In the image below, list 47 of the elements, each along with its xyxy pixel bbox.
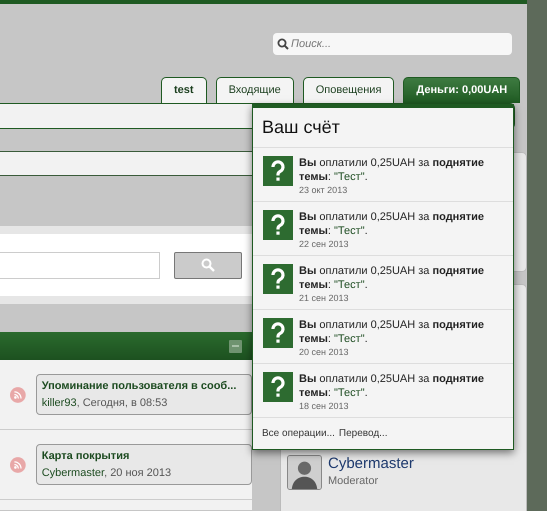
thread-link[interactable]: "Тест" [334,386,365,399]
author-link[interactable]: killer93 [42,396,77,408]
search-button[interactable] [174,252,242,278]
payment-text: Вы оплатили 0,25UAH за поднятие темы: "Тест". [299,210,486,238]
collapse-icon[interactable] [229,340,242,352]
search-input[interactable]: Поиск... [289,36,489,52]
search-icon [201,258,215,272]
search-icon [277,38,289,50]
tab[interactable]: Оповещения [302,77,394,103]
author-link[interactable]: Cybermaster [42,466,104,478]
payment-date: 20 сен 2013 [299,346,350,359]
thread-link[interactable]: "Тест" [334,224,365,237]
search-input[interactable] [0,252,160,278]
member-name[interactable]: Cybermaster [328,455,414,474]
thread-link[interactable]: "Тест" [334,170,365,183]
question-icon [263,318,293,348]
question-icon [263,156,293,186]
thread-title[interactable]: Карта покрытия [42,448,246,464]
popup-title: Ваш счёт [253,108,513,148]
post-date: , Сегодня, в 08:53 [76,396,168,408]
tab[interactable]: test [161,77,207,103]
member-role: Moderator [328,474,380,490]
tab[interactable]: Входящие [216,77,294,103]
question-icon [263,264,293,294]
payment-date: 18 сен 2013 [299,400,350,413]
footer-link[interactable]: Все операции... [262,426,335,441]
rss-icon[interactable] [10,456,26,472]
thread-card[interactable]: Упоминание пользователя в сооб... killer93, Сегодня, в 08:53 [36,374,252,415]
payment-date: 21 сен 2013 [299,292,350,305]
question-icon [263,372,293,402]
footer-link[interactable]: Перевод... [338,426,388,441]
payment-text: Вы оплатили 0,25UAH за поднятие темы: "Тест". [299,264,486,292]
thread-link[interactable]: "Тест" [334,332,365,345]
thread-card[interactable]: Карта покрытия Cybermaster, 20 ноя 2013 [36,444,252,485]
payment-text: Вы оплатили 0,25UAH за поднятие темы: "Тест". [299,318,486,346]
question-icon [263,210,293,240]
search-field[interactable]: Поиск... [273,33,512,55]
payment-date: 22 сен 2013 [299,238,350,251]
thread-title[interactable]: Упоминание пользователя в сооб... [42,378,246,394]
avatar[interactable] [287,455,322,490]
post-date: , 20 ноя 2013 [104,466,172,478]
rss-icon[interactable] [10,386,26,402]
tab[interactable]: Деньги: 0,00UAH [403,77,520,103]
payment-text: Вы оплатили 0,25UAH за поднятие темы: "Тест". [299,372,486,400]
payment-text: Вы оплатили 0,25UAH за поднятие темы: "Тест". [299,156,486,184]
payment-date: 23 окт 2013 [299,184,348,197]
thread-link[interactable]: "Тест" [334,278,365,291]
